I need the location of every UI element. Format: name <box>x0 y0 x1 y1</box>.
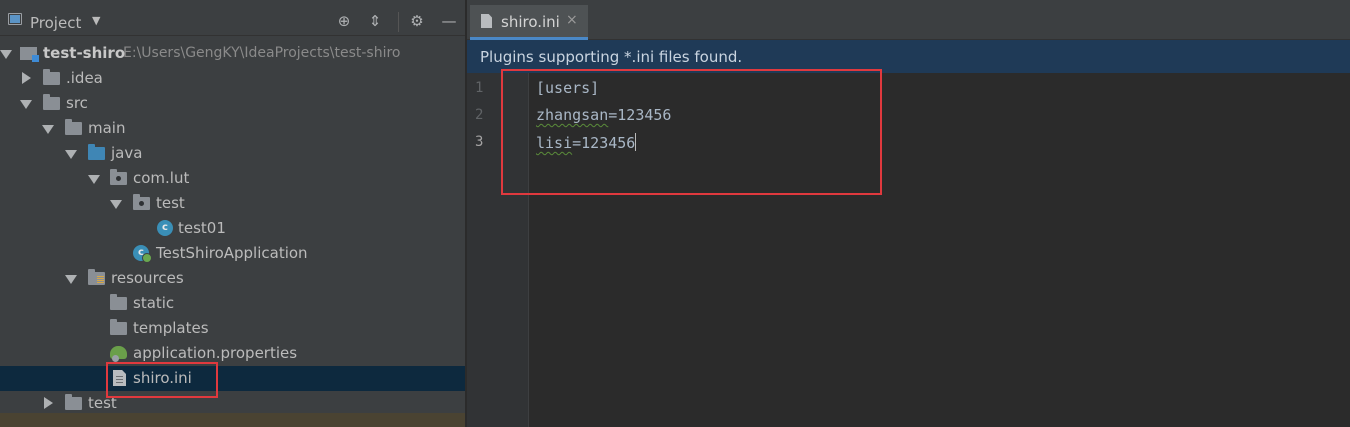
tree-item-application-properties[interactable]: application.properties <box>0 341 465 366</box>
expand-arrow-icon[interactable] <box>110 200 122 209</box>
header-divider <box>398 12 399 32</box>
tree-label-src: src <box>66 94 88 112</box>
tree-item-java[interactable]: java <box>0 141 465 166</box>
locate-icon[interactable]: ⊕ <box>335 12 353 30</box>
tree-label-templates: templates <box>133 319 209 337</box>
tree-item-main[interactable]: main <box>0 116 465 141</box>
resources-folder-icon <box>88 269 105 285</box>
line-number-current: 3 <box>475 134 484 150</box>
tree-item-root[interactable]: test-shiro E:\Users\GengKY\IdeaProjects\… <box>0 41 465 66</box>
tree-item-shiro-ini[interactable]: shiro.ini <box>0 366 465 391</box>
line-number: 1 <box>475 80 484 96</box>
tree-item-static[interactable]: static <box>0 291 465 316</box>
expand-arrow-icon[interactable] <box>65 275 77 284</box>
spring-properties-icon <box>110 346 127 362</box>
package-icon <box>133 194 150 210</box>
tree-label-resources: resources <box>111 269 184 287</box>
tree-label-test-package: test <box>156 194 185 212</box>
folder-icon <box>43 69 60 85</box>
folder-icon <box>65 394 82 410</box>
expand-arrow-icon[interactable] <box>0 50 12 59</box>
class-icon: c <box>157 220 173 236</box>
tree-item-com-lut[interactable]: com.lut <box>0 166 465 191</box>
tree-item-test-shiro-application[interactable]: c TestShiroApplication <box>0 241 465 266</box>
tree-label-idea: .idea <box>66 69 103 87</box>
folder-icon <box>43 94 60 110</box>
project-view-selector[interactable]: Project <box>30 14 81 32</box>
line-number: 2 <box>475 107 484 123</box>
editor-tab-bar: shiro.ini × <box>467 0 1350 40</box>
chevron-down-icon[interactable]: ▼ <box>92 14 100 27</box>
project-icon <box>8 13 22 25</box>
tab-label: shiro.ini <box>501 13 560 31</box>
spring-class-icon: c <box>133 245 152 263</box>
module-icon <box>20 47 39 62</box>
tree-label-root: test-shiro <box>43 44 126 62</box>
ini-file-icon <box>481 14 492 28</box>
tree-item-idea[interactable]: .idea <box>0 66 465 91</box>
expand-arrow-icon[interactable] <box>20 100 32 109</box>
tree-label-test-shiro-application: TestShiroApplication <box>156 244 308 262</box>
tree-label-test01: test01 <box>178 219 226 237</box>
tree-item-target-partial[interactable] <box>0 413 465 427</box>
tree-item-test01[interactable]: c test01 <box>0 216 465 241</box>
highlight-box-code <box>501 69 882 195</box>
folder-icon <box>65 119 82 135</box>
editor-area: shiro.ini × Plugins supporting *.ini fil… <box>467 0 1350 427</box>
source-folder-icon <box>88 144 105 160</box>
banner-text: Plugins supporting *.ini files found. <box>480 48 743 66</box>
folder-icon <box>110 319 127 335</box>
collapse-arrow-icon[interactable] <box>44 397 53 409</box>
collapse-arrow-icon[interactable] <box>22 72 31 84</box>
collapse-all-icon[interactable]: ⇕ <box>366 12 384 30</box>
tab-shiro-ini[interactable]: shiro.ini × <box>470 5 588 40</box>
tree-root-path: E:\Users\GengKY\IdeaProjects\test-shiro <box>123 45 401 61</box>
expand-arrow-icon[interactable] <box>88 175 100 184</box>
project-panel-header: Project ▼ ⊕ ⇕ ⚙ — <box>0 0 465 36</box>
gear-icon[interactable]: ⚙ <box>408 12 426 30</box>
tree-label-java: java <box>111 144 143 162</box>
tree-item-templates[interactable]: templates <box>0 316 465 341</box>
tree-label-application-properties: application.properties <box>133 344 298 362</box>
highlight-box-file <box>106 362 218 398</box>
tree-label-com-lut: com.lut <box>133 169 190 187</box>
tree-item-test-package[interactable]: test <box>0 191 465 216</box>
tree-label-static: static <box>133 294 175 312</box>
hide-icon[interactable]: — <box>440 12 458 30</box>
expand-arrow-icon[interactable] <box>65 150 77 159</box>
tree-item-src[interactable]: src <box>0 91 465 116</box>
project-panel: Project ▼ ⊕ ⇕ ⚙ — test-shiro E:\Users\Ge… <box>0 0 466 427</box>
close-icon[interactable]: × <box>566 12 578 28</box>
tree-item-resources[interactable]: resources <box>0 266 465 291</box>
tree-label-main: main <box>88 119 126 137</box>
expand-arrow-icon[interactable] <box>42 125 54 134</box>
folder-icon <box>110 294 127 310</box>
package-icon <box>110 169 127 185</box>
